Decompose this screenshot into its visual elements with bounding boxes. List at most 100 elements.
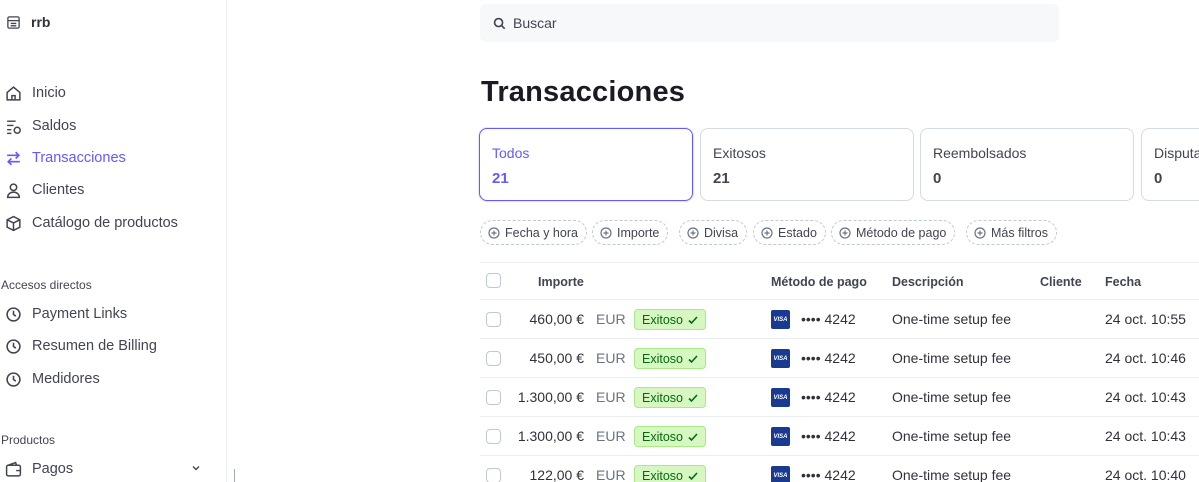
plus-circle-icon: [839, 226, 851, 239]
visa-icon: VISA: [771, 310, 790, 329]
shortcut-label: Payment Links: [32, 306, 128, 322]
status-card-count: 21: [713, 170, 730, 187]
row-card: •••• 4242: [801, 428, 856, 444]
header-fecha[interactable]: Fecha: [1105, 275, 1141, 289]
plus-circle-icon: [488, 226, 500, 239]
nav-item-clientes[interactable]: Clientes: [5, 179, 84, 201]
status-card-reembolsados[interactable]: Reembolsados 0: [920, 128, 1134, 201]
nav-item-catalogo[interactable]: Catálogo de productos: [5, 212, 178, 234]
box-icon: [6, 215, 21, 231]
shortcut-medidores[interactable]: Medidores: [5, 368, 100, 390]
status-card-label: Reembolsados: [933, 145, 1027, 161]
row-amount: 122,00 €: [529, 467, 585, 482]
home-icon: [6, 85, 21, 101]
row-date: 24 oct. 10:55: [1105, 311, 1186, 327]
section-label-products: Productos: [1, 433, 56, 447]
chevron-down-icon[interactable]: [190, 462, 202, 474]
status-card-count: 21: [492, 170, 509, 187]
account-switcher[interactable]: rrb: [6, 14, 50, 30]
row-description: One-time setup fee: [892, 428, 1012, 444]
nav-item-saldos[interactable]: Saldos: [5, 115, 76, 137]
header-descripcion[interactable]: Descripción: [892, 275, 964, 289]
row-checkbox[interactable]: [486, 468, 501, 482]
row-amount: 460,00 €: [529, 311, 585, 327]
table-row[interactable]: 460,00 € EUR Exitoso VISA •••• 4242 One-…: [480, 300, 1199, 339]
visa-icon: VISA: [771, 466, 790, 482]
status-badge: Exitoso: [634, 426, 706, 447]
filter-mas-filtros[interactable]: Más filtros: [966, 220, 1057, 245]
clock-icon: [6, 338, 21, 354]
status-card-exitosos[interactable]: Exitosos 21: [700, 128, 914, 201]
table-row[interactable]: 1.300,00 € EUR Exitoso VISA •••• 4242 On…: [480, 378, 1199, 417]
filter-fecha-hora[interactable]: Fecha y hora: [480, 220, 587, 245]
status-badge: Exitoso: [634, 309, 706, 330]
status-card-todos[interactable]: Todos 21: [479, 128, 693, 201]
filter-label: Fecha y hora: [505, 225, 578, 240]
row-checkbox[interactable]: [486, 312, 501, 327]
header-cliente[interactable]: Cliente: [1040, 275, 1082, 289]
filter-metodo-pago[interactable]: Método de pago: [831, 220, 956, 245]
nav-item-pagos[interactable]: Pagos: [5, 458, 73, 480]
plus-circle-icon: [600, 226, 612, 239]
row-currency: EUR: [596, 467, 626, 482]
checkmark-icon: [688, 432, 698, 441]
row-card: •••• 4242: [801, 350, 856, 366]
header-metodo-pago[interactable]: Método de pago: [771, 275, 867, 289]
shortcut-resumen-billing[interactable]: Resumen de Billing: [5, 335, 157, 357]
select-all-checkbox[interactable]: [486, 273, 501, 288]
search-icon: [493, 17, 506, 29]
row-amount: 450,00 €: [529, 350, 585, 366]
row-currency: EUR: [596, 428, 626, 444]
table-row[interactable]: 1.300,00 € EUR Exitoso VISA •••• 4242 On…: [480, 417, 1199, 456]
search-input[interactable]: [513, 15, 1013, 31]
checkmark-icon: [688, 471, 698, 480]
shortcut-label: Medidores: [32, 371, 100, 387]
status-card-label: Exitosos: [713, 145, 766, 161]
filter-estado[interactable]: Estado: [753, 220, 826, 245]
arrows-swap-icon: [7, 151, 20, 165]
checkmark-icon: [688, 393, 698, 402]
status-badge: Exitoso: [634, 387, 706, 408]
search-bar[interactable]: [480, 4, 1059, 42]
resize-handle[interactable]: [234, 469, 235, 482]
status-badge-label: Exitoso: [642, 351, 683, 366]
filter-importe[interactable]: Importe: [592, 220, 669, 245]
row-description: One-time setup fee: [892, 350, 1012, 366]
filter-label: Importe: [617, 225, 660, 240]
nav-item-inicio[interactable]: Inicio: [5, 82, 66, 104]
nav-item-label: Pagos: [32, 461, 74, 477]
clock-icon: [6, 306, 21, 322]
shortcut-payment-links[interactable]: Payment Links: [5, 303, 127, 325]
row-checkbox[interactable]: [486, 390, 501, 405]
status-card-disputa[interactable]: Disputa 0: [1141, 128, 1199, 201]
filter-divisa[interactable]: Divisa: [679, 220, 748, 245]
row-currency: EUR: [596, 350, 626, 366]
row-description: One-time setup fee: [892, 311, 1012, 327]
page-title: Transacciones: [481, 76, 686, 108]
plus-circle-icon: [687, 226, 699, 239]
row-date: 24 oct. 10:43: [1105, 428, 1186, 444]
checkmark-icon: [688, 354, 698, 363]
clock-icon: [6, 371, 21, 387]
status-card-count: 0: [933, 170, 942, 187]
row-amount: 1.300,00 €: [517, 428, 584, 444]
nav-item-label: Saldos: [32, 118, 77, 134]
status-badge-label: Exitoso: [642, 429, 683, 444]
filter-label: Divisa: [704, 225, 739, 240]
person-icon: [6, 182, 21, 198]
table-row[interactable]: 450,00 € EUR Exitoso VISA •••• 4242 One-…: [480, 339, 1199, 378]
sidebar: rrb Inicio Saldos Transacciones Clientes…: [0, 0, 227, 482]
status-badge-label: Exitoso: [642, 312, 683, 327]
row-checkbox[interactable]: [486, 351, 501, 366]
row-checkbox[interactable]: [486, 429, 501, 444]
status-card-count: 0: [1154, 170, 1163, 187]
row-currency: EUR: [596, 389, 626, 405]
nav-item-transacciones[interactable]: Transacciones: [5, 147, 126, 169]
nav-item-label: Inicio: [32, 85, 66, 101]
row-description: One-time setup fee: [892, 467, 1012, 482]
header-importe[interactable]: Importe: [538, 275, 584, 289]
shortcut-label: Resumen de Billing: [32, 338, 157, 354]
status-badge: Exitoso: [634, 348, 706, 369]
table-row[interactable]: 122,00 € EUR Exitoso VISA •••• 4242 One-…: [480, 456, 1199, 482]
row-date: 24 oct. 10:43: [1105, 389, 1186, 405]
